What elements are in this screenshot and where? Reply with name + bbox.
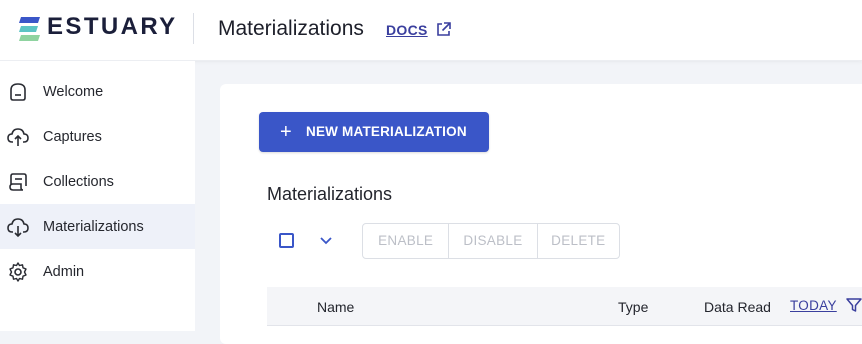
stats-range-link[interactable]: TODAY [790,297,837,315]
chevron-down-icon[interactable] [318,235,334,247]
filter-icon[interactable] [845,296,862,314]
column-header-type[interactable]: Type [618,298,648,316]
bulk-actions-group: ENABLE DISABLE DELETE [362,223,620,259]
enable-button[interactable]: ENABLE [363,224,450,258]
sidebar-item-label: Collections [43,174,114,190]
section-title: Materializations [267,184,393,204]
scroll-icon [9,173,27,191]
new-materialization-label: NEW MATERIALIZATION [306,124,467,139]
docs-link[interactable]: DOCS [386,21,428,39]
table-header-row: Name Type Data Read TODAY [267,287,862,326]
sidebar-item-label: Captures [43,129,102,145]
cloud-upload-icon [7,128,29,146]
sidebar-item-label: Welcome [43,84,104,100]
page-title: Materializations [218,17,364,40]
top-app-bar: ESTUARY Materializations DOCS [0,0,862,61]
sidebar-item-label: Materializations [43,219,144,235]
sidebar-item-captures[interactable]: Captures [0,114,195,159]
estuary-logo-icon [19,17,40,41]
header-divider [193,13,194,44]
gear-icon [9,262,27,282]
select-all-checkbox[interactable] [279,233,294,248]
delete-button[interactable]: DELETE [538,224,619,258]
sidebar-item-admin[interactable]: Admin [0,249,195,294]
sidebar-item-welcome[interactable]: Welcome [0,69,195,114]
sidebar-nav: Welcome Captures Collections Materializa… [0,61,195,331]
cloud-download-icon [7,218,29,238]
brand-name[interactable]: ESTUARY [47,12,178,42]
external-link-icon[interactable] [435,21,452,38]
sidebar-item-materializations[interactable]: Materializations [0,204,195,249]
new-materialization-button[interactable]: + NEW MATERIALIZATION [259,112,489,152]
column-header-name[interactable]: Name [317,298,354,316]
disable-button[interactable]: DISABLE [449,224,538,258]
sidebar-item-label: Admin [43,264,85,280]
plus-icon: + [280,121,292,143]
sidebar-item-collections[interactable]: Collections [0,159,195,204]
column-header-data-read[interactable]: Data Read [704,298,771,316]
home-icon [10,83,26,101]
